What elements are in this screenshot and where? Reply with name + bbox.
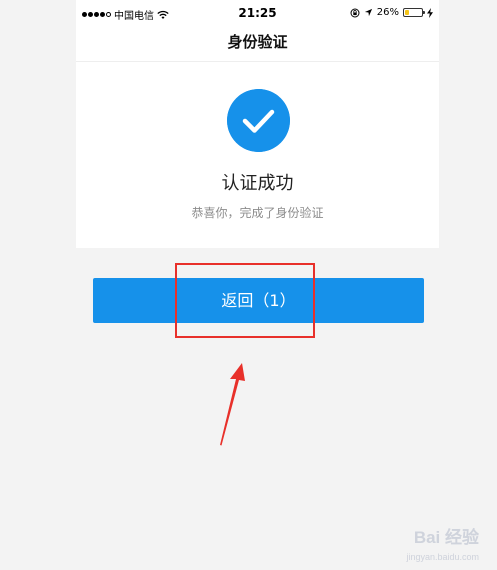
- checkmark-circle-icon: [227, 89, 290, 152]
- battery-level-fill: [405, 10, 409, 15]
- location-arrow-icon: [364, 8, 372, 17]
- orientation-lock-icon: [350, 8, 360, 17]
- battery-percent: 26%: [376, 7, 399, 18]
- success-subtitle: 恭喜你，完成了身份验证: [191, 206, 324, 220]
- success-title: 认证成功: [221, 173, 294, 194]
- watermark-logo: Bai 经验: [413, 528, 479, 547]
- charging-bolt-icon: [427, 7, 433, 18]
- status-bar: 中国电信 21:25 26%: [76, 0, 439, 28]
- app-screen: 中国电信 21:25 26% 身份验证 认证成功 恭喜你，完成了身份验证: [76, 0, 439, 248]
- battery-icon: [403, 8, 425, 17]
- annotation-highlight-box: [175, 263, 315, 338]
- status-right: 26%: [350, 7, 433, 18]
- nav-divider: [76, 61, 439, 62]
- watermark-url: jingyan.baidu.com: [406, 552, 479, 562]
- annotation-arrow-icon: [220, 363, 245, 446]
- page-title: 身份验证: [227, 33, 288, 51]
